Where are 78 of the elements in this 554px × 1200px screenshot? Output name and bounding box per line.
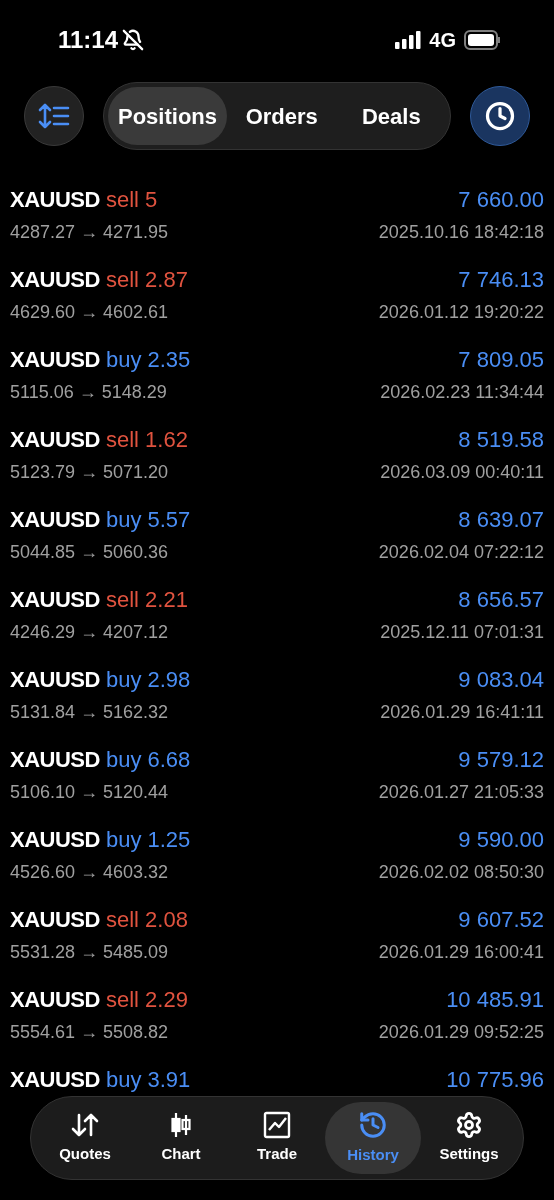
deal-time: 2026.02.02 08:50:30: [378, 860, 544, 884]
profit-value: 9 083.04: [458, 665, 544, 694]
symbol-label: XAUUSD: [10, 185, 100, 214]
symbol-label: XAUUSD: [10, 585, 100, 614]
deal-time: 2026.03.09 00:40:11: [380, 460, 544, 484]
deal-type-label: buy 5.57: [105, 505, 191, 534]
deal-type-label: buy 3.91: [105, 1065, 191, 1094]
price-range: 4629.60 → 4602.61: [10, 300, 169, 324]
deal-type-label: buy 2.98: [105, 665, 191, 694]
history-filter-button[interactable]: [470, 86, 530, 146]
price-range: 5554.61 → 5508.82: [10, 1020, 169, 1044]
segment-tab[interactable]: Positions: [108, 87, 227, 145]
bell-off-icon: [122, 29, 145, 51]
deal-time: 2026.01.29 09:52:25: [378, 1020, 544, 1044]
symbol-label: XAUUSD: [10, 665, 100, 694]
deal-type-label: sell 1.62: [105, 425, 188, 454]
sort-icon: [38, 103, 70, 129]
segment-tab[interactable]: Orders: [227, 87, 337, 145]
profit-value: 7 809.05: [458, 345, 544, 374]
deal-time: 2026.01.29 16:41:11: [380, 700, 544, 724]
profit-value: 10 775.96: [446, 1065, 544, 1094]
price-range: 5123.79 → 5071.20: [10, 460, 169, 484]
deal-type-label: sell 2.08: [105, 905, 188, 934]
deal-time: 2026.01.29 16:00:41: [378, 940, 544, 964]
price-range: 5531.28 → 5485.09: [10, 940, 169, 964]
profit-value: 8 639.07: [458, 505, 544, 534]
deal-type-label: buy 1.25: [105, 825, 191, 854]
profit-value: 9 579.12: [458, 745, 544, 774]
profit-value: 9 590.00: [458, 825, 544, 854]
price-range: 4526.60 → 4603.32: [10, 860, 169, 884]
profit-value: 8 519.58: [458, 425, 544, 454]
history-icon: [358, 1109, 388, 1140]
signal-icon: [395, 31, 422, 49]
profit-value: 7 660.00: [458, 185, 544, 214]
tab-bar-item[interactable]: Chart: [133, 1102, 229, 1174]
deal-type-label: sell 5: [105, 185, 158, 214]
profit-value: 8 656.57: [458, 585, 544, 614]
deal-time: 2025.10.16 18:42:18: [378, 220, 544, 244]
price-range: 5131.84 → 5162.32: [10, 700, 169, 724]
profit-value: 10 485.91: [446, 985, 544, 1014]
battery-icon: [464, 30, 502, 50]
deal-time: 2025.12.11 07:01:31: [380, 620, 544, 644]
profit-value: 7 746.13: [458, 265, 544, 294]
deal-time: 2026.02.04 07:22:12: [378, 540, 544, 564]
deal-type-label: sell 2.29: [105, 985, 188, 1014]
network-label: 4G: [429, 28, 456, 53]
tab-bar-item[interactable]: Trade: [229, 1102, 325, 1174]
candlestick-icon: [169, 1110, 193, 1139]
deal-type-label: sell 2.21: [105, 585, 188, 614]
deal-type-label: buy 2.35: [105, 345, 191, 374]
tab-bar-item[interactable]: Settings: [421, 1102, 517, 1174]
status-time: 11:14: [58, 25, 119, 55]
symbol-label: XAUUSD: [10, 1065, 100, 1094]
symbol-label: XAUUSD: [10, 505, 100, 534]
price-range: 5106.10 → 5120.44: [10, 780, 169, 804]
symbol-label: XAUUSD: [10, 345, 100, 374]
symbol-label: XAUUSD: [10, 985, 100, 1014]
price-range: 5115.06 → 5148.29: [10, 380, 167, 404]
deal-type-label: buy 6.68: [105, 745, 191, 774]
symbol-label: XAUUSD: [10, 905, 100, 934]
deal-time: 2026.02.23 11:34:44: [380, 380, 544, 404]
clock-icon: [485, 101, 515, 131]
symbol-label: XAUUSD: [10, 265, 100, 294]
symbol-label: XAUUSD: [10, 425, 100, 454]
deal-time: 2026.01.12 19:20:22: [378, 300, 544, 324]
deal-time: 2026.01.27 21:05:33: [378, 780, 544, 804]
segment-tab[interactable]: Deals: [336, 87, 446, 145]
symbol-label: XAUUSD: [10, 825, 100, 854]
price-range: 4246.29 → 4207.12: [10, 620, 169, 644]
profit-value: 9 607.52: [458, 905, 544, 934]
symbol-label: XAUUSD: [10, 745, 100, 774]
line-chart-icon: [263, 1110, 291, 1139]
settings-icon: [455, 1110, 483, 1139]
price-range: 4287.27 → 4271.95: [10, 220, 169, 244]
tab-bar-item[interactable]: Quotes: [37, 1102, 133, 1174]
deal-type-label: sell 2.87: [105, 265, 188, 294]
tab-bar-item[interactable]: History: [325, 1102, 421, 1174]
price-range: 5044.85 → 5060.36: [10, 540, 169, 564]
